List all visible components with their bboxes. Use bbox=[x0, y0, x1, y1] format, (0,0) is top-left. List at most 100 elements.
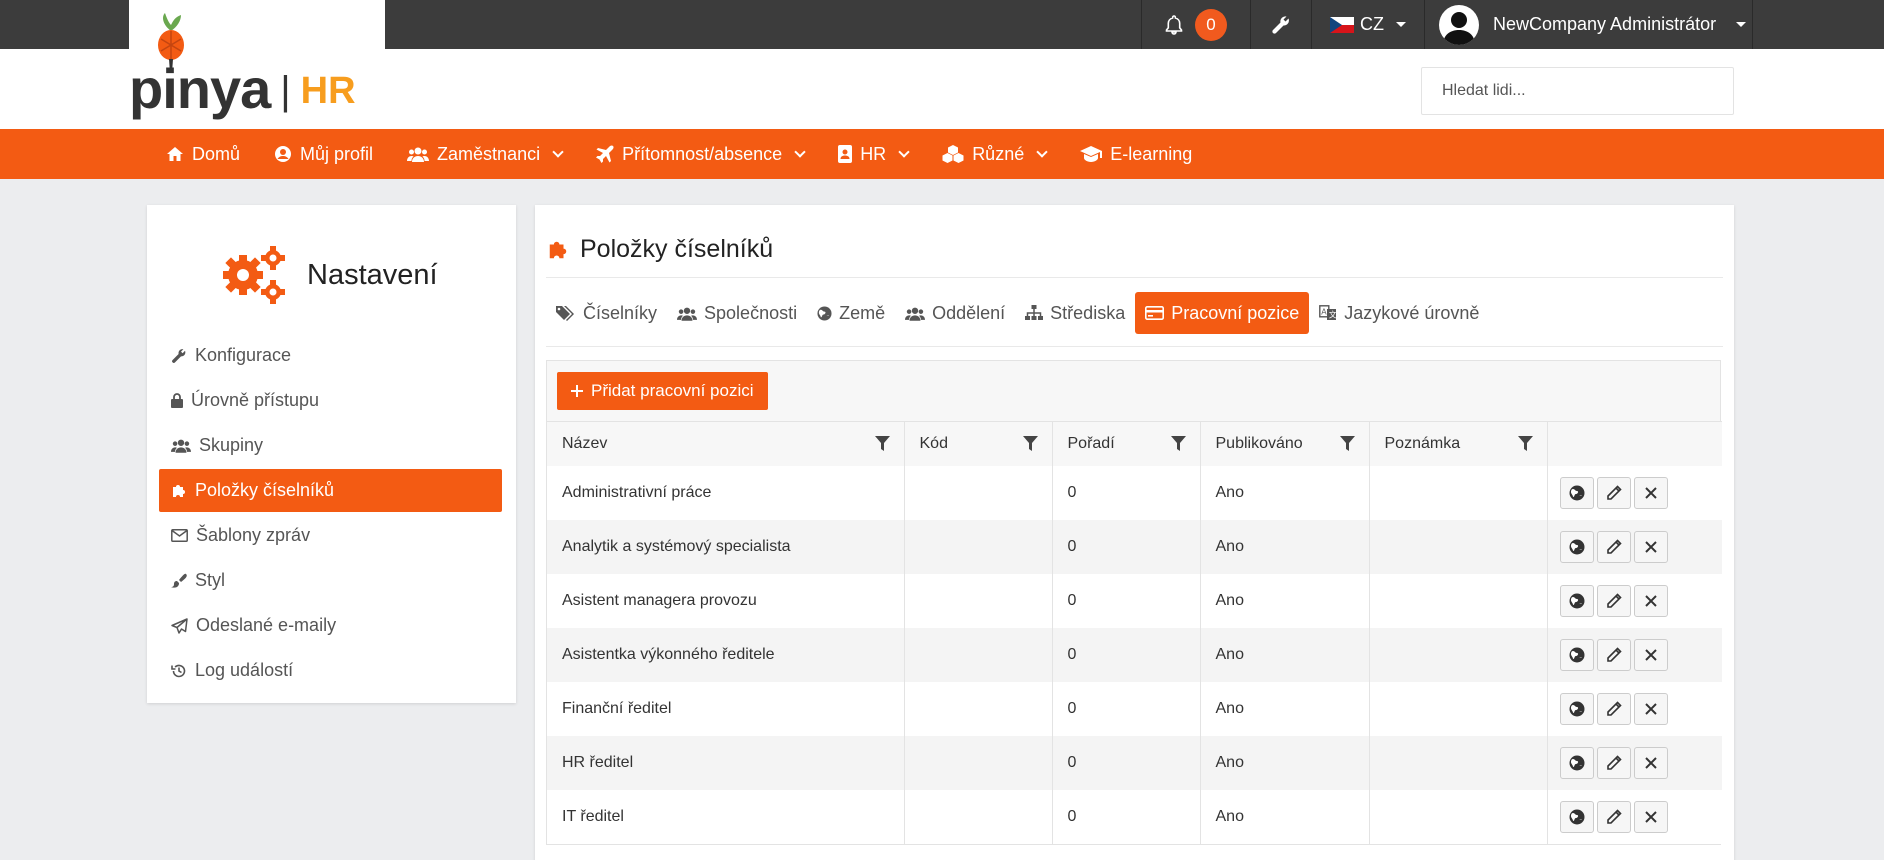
delete-button[interactable] bbox=[1633, 692, 1668, 725]
tab-cost-centers[interactable]: Střediska bbox=[1015, 292, 1135, 334]
sidebar-item-sent-emails[interactable]: Odeslané e-maily bbox=[159, 604, 502, 647]
filter-icon[interactable] bbox=[1517, 436, 1533, 451]
column-header-order[interactable]: Pořadí bbox=[1052, 421, 1201, 466]
add-job-position-button[interactable]: Přidat pracovní pozici bbox=[557, 372, 768, 410]
puzzle-icon bbox=[173, 484, 185, 497]
translate-button[interactable] bbox=[1559, 692, 1594, 725]
cell-actions bbox=[1547, 789, 1722, 844]
table-row[interactable]: HR ředitel 0 Ano bbox=[547, 735, 1722, 790]
sidebar-item-codebook-items[interactable]: Položky číselníků bbox=[159, 469, 502, 512]
tab-countries[interactable]: Země bbox=[807, 292, 895, 334]
nav-item-label: Zaměstnanci bbox=[437, 143, 541, 164]
column-header-note[interactable]: Poznámka bbox=[1369, 421, 1548, 466]
nav-item-label: Domů bbox=[192, 143, 241, 164]
row-actions bbox=[1559, 692, 1723, 725]
translate-button[interactable] bbox=[1559, 800, 1594, 833]
delete-button[interactable] bbox=[1633, 476, 1668, 509]
nav-item-elearning[interactable]: E-learning bbox=[1080, 144, 1192, 165]
delete-button[interactable] bbox=[1633, 800, 1668, 833]
cell-name: IT ředitel bbox=[547, 789, 905, 844]
tab-label: Jazykové úrovně bbox=[1344, 302, 1480, 323]
sidebar-item-message-templates[interactable]: Šablony zpráv bbox=[159, 514, 502, 557]
search-people-input[interactable] bbox=[1421, 67, 1734, 115]
edit-button[interactable] bbox=[1596, 530, 1631, 563]
nav-item-home[interactable]: Domů bbox=[166, 144, 240, 165]
cell-published: Ano bbox=[1200, 789, 1370, 844]
filter-icon[interactable] bbox=[1339, 436, 1355, 451]
edit-button[interactable] bbox=[1596, 476, 1631, 509]
column-header-name[interactable]: Název bbox=[547, 421, 905, 466]
table-row[interactable]: Administrativní práce 0 Ano bbox=[547, 465, 1722, 520]
pencil-icon bbox=[1606, 754, 1622, 770]
puzzle-icon bbox=[549, 241, 567, 258]
nav-item-hr[interactable]: HR bbox=[838, 144, 910, 165]
globe-icon bbox=[1569, 647, 1584, 662]
edit-button[interactable] bbox=[1596, 800, 1631, 833]
edit-button[interactable] bbox=[1596, 638, 1631, 671]
cell-note bbox=[1369, 519, 1548, 574]
cell-published: Ano bbox=[1200, 681, 1370, 736]
chevron-down-icon bbox=[794, 146, 806, 158]
translate-button[interactable] bbox=[1559, 746, 1594, 779]
tab-companies[interactable]: Společnosti bbox=[667, 292, 807, 334]
table-row[interactable]: Asistent managera provozu 0 Ano bbox=[547, 573, 1722, 628]
table-row[interactable]: Finanční ředitel 0 Ano bbox=[547, 681, 1723, 736]
gears-icon bbox=[223, 246, 285, 304]
notification-count-badge: 0 bbox=[1195, 8, 1227, 41]
language-selector[interactable]: CZ bbox=[1311, 0, 1424, 49]
tab-language-levels[interactable]: A文 Jazykové úrovně bbox=[1309, 292, 1489, 334]
nav-item-misc[interactable]: Různé bbox=[942, 143, 1048, 165]
delete-button[interactable] bbox=[1633, 638, 1668, 671]
translate-button[interactable] bbox=[1559, 638, 1594, 671]
sidebar-item-event-log[interactable]: Log událostí bbox=[159, 649, 502, 692]
sidebar-item-configuration[interactable]: Konfigurace bbox=[159, 334, 502, 377]
user-silhouette-icon bbox=[1443, 11, 1475, 45]
delete-button[interactable] bbox=[1633, 530, 1668, 563]
translate-button[interactable] bbox=[1559, 584, 1594, 617]
table-row[interactable]: IT ředitel 0 Ano bbox=[547, 789, 1722, 844]
globe-icon bbox=[1569, 485, 1584, 500]
filter-icon[interactable] bbox=[1022, 436, 1038, 451]
language-icon: A文 bbox=[1319, 305, 1337, 320]
sidebar-item-label: Šablony zpráv bbox=[196, 525, 311, 545]
column-header-code[interactable]: Kód bbox=[904, 421, 1053, 466]
delete-button[interactable] bbox=[1633, 746, 1668, 779]
nav-item-label: Přítomnost/absence bbox=[622, 143, 783, 164]
bell-icon bbox=[1165, 14, 1183, 35]
tab-job-positions[interactable]: Pracovní pozice bbox=[1135, 292, 1310, 334]
edit-button[interactable] bbox=[1596, 584, 1631, 617]
notifications-button[interactable]: 0 bbox=[1141, 0, 1250, 49]
sidebar-item-access-levels[interactable]: Úrovně přístupu bbox=[159, 379, 502, 422]
column-header-published[interactable]: Publikováno bbox=[1200, 421, 1370, 466]
sidebar-item-label: Skupiny bbox=[199, 435, 264, 455]
globe-icon bbox=[1569, 593, 1584, 608]
user-menu[interactable]: NewCompany Administrátor bbox=[1424, 0, 1753, 49]
sidebar-item-groups[interactable]: Skupiny bbox=[159, 424, 502, 467]
tab-codebooks[interactable]: Číselníky bbox=[546, 292, 667, 334]
nav-item-my-profile[interactable]: Můj profil bbox=[274, 144, 373, 165]
nav-item-label: Můj profil bbox=[300, 143, 374, 164]
delete-button[interactable] bbox=[1633, 584, 1668, 617]
tab-departments[interactable]: Oddělení bbox=[895, 292, 1015, 334]
translate-button[interactable] bbox=[1559, 530, 1594, 563]
tools-button[interactable] bbox=[1250, 0, 1311, 49]
svg-text:文: 文 bbox=[1329, 310, 1337, 320]
sidebar-item-style[interactable]: Styl bbox=[159, 559, 502, 602]
edit-button[interactable] bbox=[1596, 692, 1631, 725]
cell-actions bbox=[1547, 735, 1722, 790]
table-row[interactable]: Analytik a systémový specialista 0 Ano bbox=[547, 519, 1722, 574]
table-row[interactable]: Asistentka výkonného ředitele 0 Ano bbox=[547, 627, 1722, 682]
nav-item-attendance[interactable]: Přítomnost/absence bbox=[596, 143, 806, 165]
pencil-icon bbox=[1606, 646, 1622, 662]
translate-button[interactable] bbox=[1559, 476, 1594, 509]
edit-button[interactable] bbox=[1596, 746, 1631, 779]
logo[interactable]: pinya | HR bbox=[129, 13, 356, 129]
filter-icon[interactable] bbox=[1170, 436, 1186, 451]
filter-icon[interactable] bbox=[874, 436, 890, 451]
sidebar-item-label: Styl bbox=[195, 570, 226, 590]
nav-item-label: Různé bbox=[972, 143, 1025, 164]
nav-item-employees[interactable]: Zaměstnanci bbox=[407, 143, 564, 165]
sitemap-icon bbox=[1025, 305, 1044, 320]
plane-icon bbox=[596, 145, 614, 163]
id-badge-icon bbox=[838, 145, 853, 163]
